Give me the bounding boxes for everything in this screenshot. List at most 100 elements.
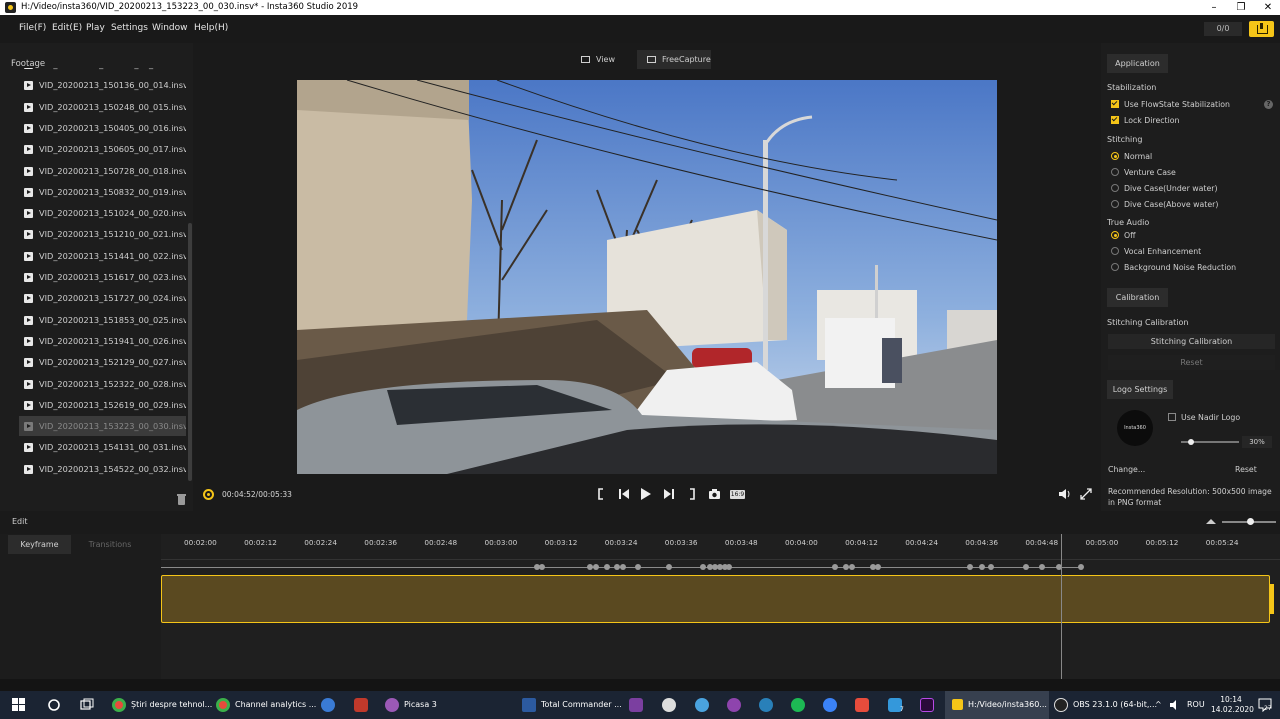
menu-help[interactable]: Help(H) xyxy=(194,23,228,33)
maximize-button[interactable]: ❐ xyxy=(1226,0,1256,15)
tab-freecapture[interactable]: FreeCapture xyxy=(637,50,711,69)
mark-out-icon[interactable] xyxy=(688,487,696,501)
calibration-reset-button[interactable]: Reset xyxy=(1108,355,1275,370)
audio-option-noise-reduction[interactable]: Background Noise Reduction xyxy=(1111,263,1236,272)
next-frame-icon[interactable] xyxy=(663,487,675,501)
footage-item[interactable]: VID_20200213_150405_00_016.insv xyxy=(19,118,186,138)
menu-window[interactable]: Window xyxy=(152,23,188,33)
tab-calibration[interactable]: Calibration xyxy=(1107,288,1168,307)
stitching-option-venture[interactable]: Venture Case xyxy=(1111,168,1176,177)
search-icon[interactable] xyxy=(47,698,61,712)
keyframe-dot[interactable] xyxy=(1039,564,1045,570)
video-clip-track[interactable] xyxy=(161,575,1270,623)
keyframe-dot[interactable] xyxy=(726,564,732,570)
previous-frame-icon[interactable] xyxy=(618,487,630,501)
windows-start-icon[interactable] xyxy=(12,698,26,712)
footage-item[interactable]: VID_20200213_150832_00_019.insv xyxy=(19,182,186,202)
audio-option-off[interactable]: Off xyxy=(1111,231,1136,240)
footage-item[interactable]: VID_20200213_145921_00_013.insv xyxy=(19,68,186,74)
taskbar-app-chrome-analytics[interactable]: Channel analytics ... xyxy=(216,694,316,716)
keyframe-dot[interactable] xyxy=(979,564,985,570)
app-icon-purple[interactable] xyxy=(727,698,741,712)
footage-item[interactable]: VID_20200213_150728_00_018.insv xyxy=(19,161,186,181)
footage-item[interactable]: VID_20200213_151617_00_023.insv xyxy=(19,267,186,287)
footage-item[interactable]: VID_20200213_152322_00_028.insv xyxy=(19,374,186,394)
audio-option-vocal[interactable]: Vocal Enhancement xyxy=(1111,247,1201,256)
footage-item[interactable]: VID_20200213_151941_00_026.insv xyxy=(19,331,186,351)
keyframe-dot[interactable] xyxy=(849,564,855,570)
keyframe-dot[interactable] xyxy=(620,564,626,570)
menu-play[interactable]: Play xyxy=(86,23,105,33)
menu-file[interactable]: File(F) xyxy=(19,23,46,33)
wordpress-icon[interactable] xyxy=(759,698,773,712)
footage-item[interactable]: VID_20200213_151024_00_020.insv xyxy=(19,203,186,223)
system-clock[interactable]: 10:14 14.02.2020 xyxy=(1211,695,1254,715)
playhead[interactable] xyxy=(1061,534,1062,679)
play-icon[interactable] xyxy=(640,487,652,501)
tab-view[interactable]: View xyxy=(581,50,615,69)
logo-reset-button[interactable]: Reset xyxy=(1235,465,1257,474)
footage-item[interactable]: VID_20200213_150605_00_017.insv xyxy=(19,139,186,159)
keyframe-dot[interactable] xyxy=(832,564,838,570)
change-logo-button[interactable]: Change... xyxy=(1108,465,1145,474)
close-button[interactable]: ✕ xyxy=(1253,0,1280,15)
minimize-button[interactable]: – xyxy=(1199,0,1229,15)
tab-transitions[interactable]: Transitions xyxy=(85,535,135,554)
taskbar-app-insta360[interactable]: H:/Video/insta360... xyxy=(952,694,1047,716)
x-app-icon[interactable] xyxy=(855,698,869,712)
nadir-logo-checkbox[interactable]: Use Nadir Logo xyxy=(1168,413,1240,422)
footage-item[interactable]: VID_20200213_151441_00_022.insv xyxy=(19,246,186,266)
tab-keyframe[interactable]: Keyframe xyxy=(8,535,71,554)
keyframe-dot[interactable] xyxy=(700,564,706,570)
keyframe-dot[interactable] xyxy=(1078,564,1084,570)
snapshot-camera-icon[interactable] xyxy=(708,487,721,501)
flowstate-checkbox[interactable]: Use FlowState Stabilization xyxy=(1111,100,1230,109)
footage-item[interactable]: VID_20200213_153223_00_030.insv xyxy=(19,416,186,437)
volume-icon[interactable] xyxy=(1058,487,1071,501)
clip-trim-handle[interactable] xyxy=(1270,584,1274,614)
tray-chevron-up-icon[interactable]: ^ xyxy=(1155,700,1162,709)
onenote-icon[interactable] xyxy=(629,698,643,712)
keyframe-dot[interactable] xyxy=(1023,564,1029,570)
footage-item[interactable]: VID_20200213_150136_00_014.insv xyxy=(19,75,186,95)
lock-direction-checkbox[interactable]: Lock Direction xyxy=(1111,116,1179,125)
tab-logo-settings[interactable]: Logo Settings xyxy=(1107,380,1173,399)
keyframe-dot[interactable] xyxy=(666,564,672,570)
gyro-target-icon[interactable] xyxy=(203,489,214,500)
fullscreen-icon[interactable] xyxy=(1080,487,1092,501)
taskbar-app-total-commander[interactable]: Total Commander ... xyxy=(522,694,622,716)
footage-scrollbar[interactable] xyxy=(188,223,192,481)
export-button[interactable] xyxy=(1249,21,1274,37)
trash-icon[interactable] xyxy=(177,494,186,505)
stitching-option-dive-above[interactable]: Dive Case(Above water) xyxy=(1111,200,1218,209)
keyframe-dot[interactable] xyxy=(593,564,599,570)
keyframe-dot[interactable] xyxy=(875,564,881,570)
timeline-zoom-handle[interactable] xyxy=(1247,518,1254,525)
video-preview[interactable] xyxy=(297,80,997,474)
keyframe-dot[interactable] xyxy=(967,564,973,570)
stitching-option-dive-under[interactable]: Dive Case(Under water) xyxy=(1111,184,1218,193)
taskbar-app-chrome-stiri[interactable]: Știri despre tehnol... xyxy=(112,694,212,716)
spotify-icon[interactable] xyxy=(791,698,805,712)
tab-application[interactable]: Application xyxy=(1107,54,1168,73)
stitching-option-normal[interactable]: Normal xyxy=(1111,152,1152,161)
taskbar-app-obs[interactable]: OBS 23.1.0 (64-bit,... xyxy=(1054,694,1157,716)
messenger-icon[interactable] xyxy=(823,698,837,712)
taskbar-app-picasa[interactable]: Picasa 3 xyxy=(385,694,437,716)
help-icon[interactable]: ? xyxy=(1264,100,1273,109)
gb-app-icon[interactable] xyxy=(321,698,335,712)
logo-size-value[interactable]: 30% xyxy=(1242,436,1272,448)
stitching-calibration-button[interactable]: Stitching Calibration xyxy=(1108,334,1275,349)
mark-in-icon[interactable] xyxy=(597,487,605,501)
keyframe-dot[interactable] xyxy=(988,564,994,570)
keyframe-dot[interactable] xyxy=(604,564,610,570)
footage-item[interactable]: VID_20200213_151727_00_024.insv xyxy=(19,288,186,308)
footage-item[interactable]: VID_20200213_152129_00_027.insv xyxy=(19,352,186,372)
keyframe-dot[interactable] xyxy=(635,564,641,570)
aspect-ratio-badge[interactable]: 16:9 xyxy=(730,490,745,499)
premiere-icon[interactable] xyxy=(920,698,934,712)
keyframe-dot[interactable] xyxy=(539,564,545,570)
app-icon-blue[interactable] xyxy=(695,698,709,712)
footage-item[interactable]: VID_20200213_154522_00_032.insv xyxy=(19,459,186,479)
footage-item[interactable]: VID_20200213_154131_00_031.insv xyxy=(19,437,186,457)
